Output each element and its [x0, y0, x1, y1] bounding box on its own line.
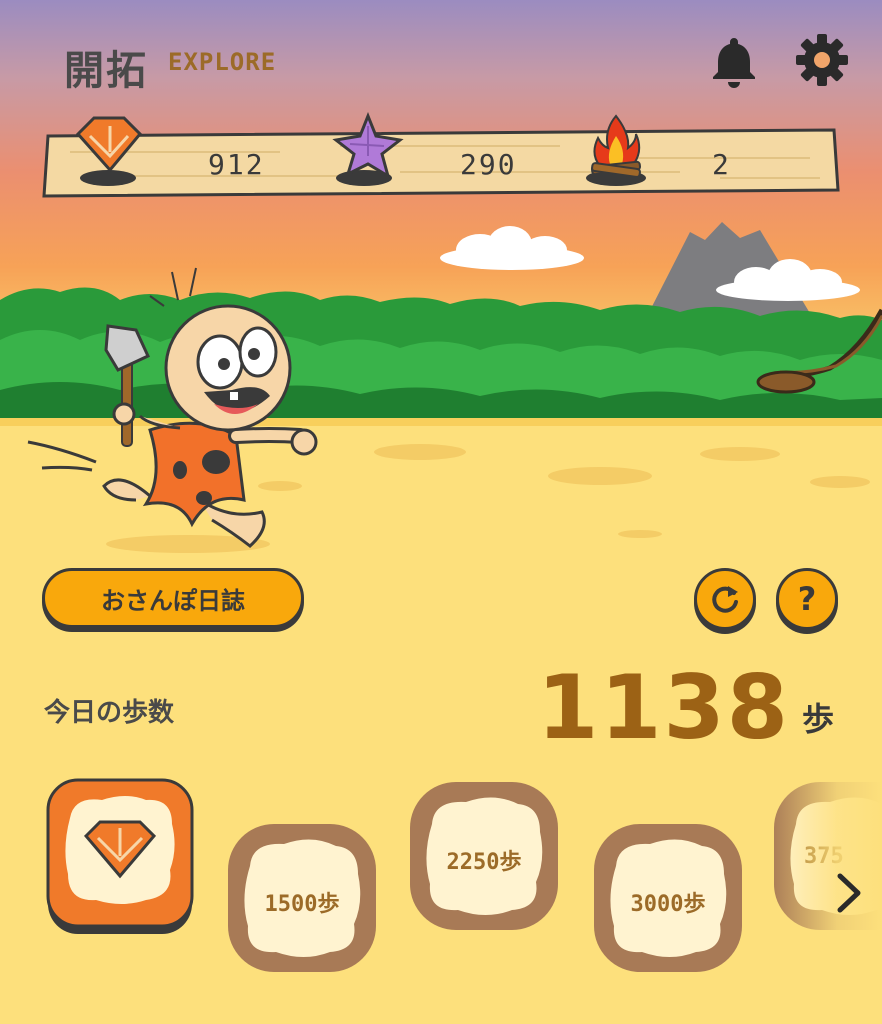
- gem-count: 912: [208, 148, 265, 181]
- refresh-button[interactable]: [694, 568, 756, 630]
- help-button[interactable]: ?: [776, 568, 838, 630]
- milestone-1500[interactable]: 1500歩: [226, 822, 378, 974]
- campfire-count: 2: [712, 148, 731, 181]
- chevron-right-icon[interactable]: [832, 870, 868, 916]
- step-count: 1138: [537, 656, 790, 759]
- today-steps-label: 今日の歩数: [44, 698, 175, 728]
- walk-diary-button[interactable]: おさんぽ日誌: [42, 568, 304, 628]
- axe-icon: [104, 324, 150, 447]
- orange-gem-icon: [75, 116, 143, 186]
- refresh-icon: [712, 586, 738, 613]
- campfire-icon: [586, 114, 646, 186]
- milestone-track[interactable]: 1500歩 2250歩 3000歩 375: [0, 770, 882, 1024]
- settings-button[interactable]: [794, 32, 850, 88]
- milestone-2250[interactable]: 2250歩: [408, 780, 560, 932]
- milestone-label: 1500歩: [264, 892, 340, 917]
- gem-milestone-tile: [46, 778, 194, 934]
- milestone-3000[interactable]: 3000歩: [592, 822, 744, 974]
- notifications-button[interactable]: [706, 32, 762, 88]
- page-subtitle: EXPLORE: [168, 48, 277, 76]
- star-count: 290: [460, 148, 517, 181]
- gear-icon: [796, 34, 848, 86]
- purple-star-icon: [332, 112, 404, 186]
- milestone-label: 3000歩: [630, 892, 706, 917]
- milestone-label: 375: [804, 844, 844, 869]
- milestone-achieved[interactable]: [46, 778, 194, 936]
- step-unit: 歩: [802, 700, 835, 738]
- bell-icon: [713, 38, 755, 88]
- page-title: 開拓: [64, 48, 148, 94]
- milestone-label: 2250歩: [446, 850, 522, 875]
